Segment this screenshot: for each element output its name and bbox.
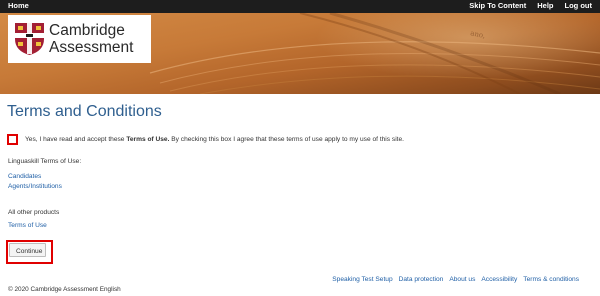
copyright-text: © 2020 Cambridge Assessment English [8, 286, 121, 293]
agents-institutions-link[interactable]: Agents/Institutions [8, 183, 62, 190]
continue-button[interactable]: Continue [9, 243, 46, 257]
linguaskill-terms-label: Linguaskill Terms of Use: [8, 158, 82, 165]
accept-text-terms: Terms of Use. [126, 136, 170, 143]
home-link[interactable]: Home [8, 1, 29, 10]
page-title: Terms and Conditions [7, 103, 162, 120]
top-nav-right: Skip To Content Help Log out [469, 1, 592, 10]
footer-link-terms-conditions[interactable]: Terms & conditions [523, 276, 579, 283]
accept-text-prefix: Yes, I have read and accept these [25, 136, 127, 143]
accept-terms-label: Yes, I have read and accept these Terms … [25, 136, 404, 143]
cambridge-shield-icon [15, 23, 44, 55]
book-text-fragment: ano, [470, 29, 486, 40]
accept-terms-row: Yes, I have read and accept these Terms … [7, 134, 404, 145]
logo-line-2: Assessment [49, 39, 134, 56]
other-products-label: All other products [8, 209, 60, 216]
cambridge-assessment-logo[interactable]: Cambridge Assessment [8, 15, 151, 63]
accept-terms-checkbox[interactable] [7, 134, 18, 145]
footer-link-data-protection[interactable]: Data protection [399, 276, 444, 283]
footer-link-speaking-test-setup[interactable]: Speaking Test Setup [332, 276, 392, 283]
footer-links: Speaking Test Setup Data protection Abou… [332, 276, 579, 283]
candidates-link[interactable]: Candidates [8, 173, 41, 180]
terms-of-use-link[interactable]: Terms of Use [8, 222, 47, 229]
help-link[interactable]: Help [537, 1, 553, 10]
footer-link-about-us[interactable]: About us [449, 276, 475, 283]
header-banner: ano, Cambridge Assessment [0, 13, 600, 94]
logo-line-1: Cambridge [49, 22, 125, 39]
top-nav: Home Skip To Content Help Log out [0, 0, 600, 13]
footer-link-accessibility[interactable]: Accessibility [481, 276, 517, 283]
accept-text-suffix: By checking this box I agree that these … [169, 136, 404, 143]
log-out-link[interactable]: Log out [565, 1, 593, 10]
skip-to-content-link[interactable]: Skip To Content [469, 1, 526, 10]
logo-wordmark: Cambridge Assessment [49, 22, 133, 56]
